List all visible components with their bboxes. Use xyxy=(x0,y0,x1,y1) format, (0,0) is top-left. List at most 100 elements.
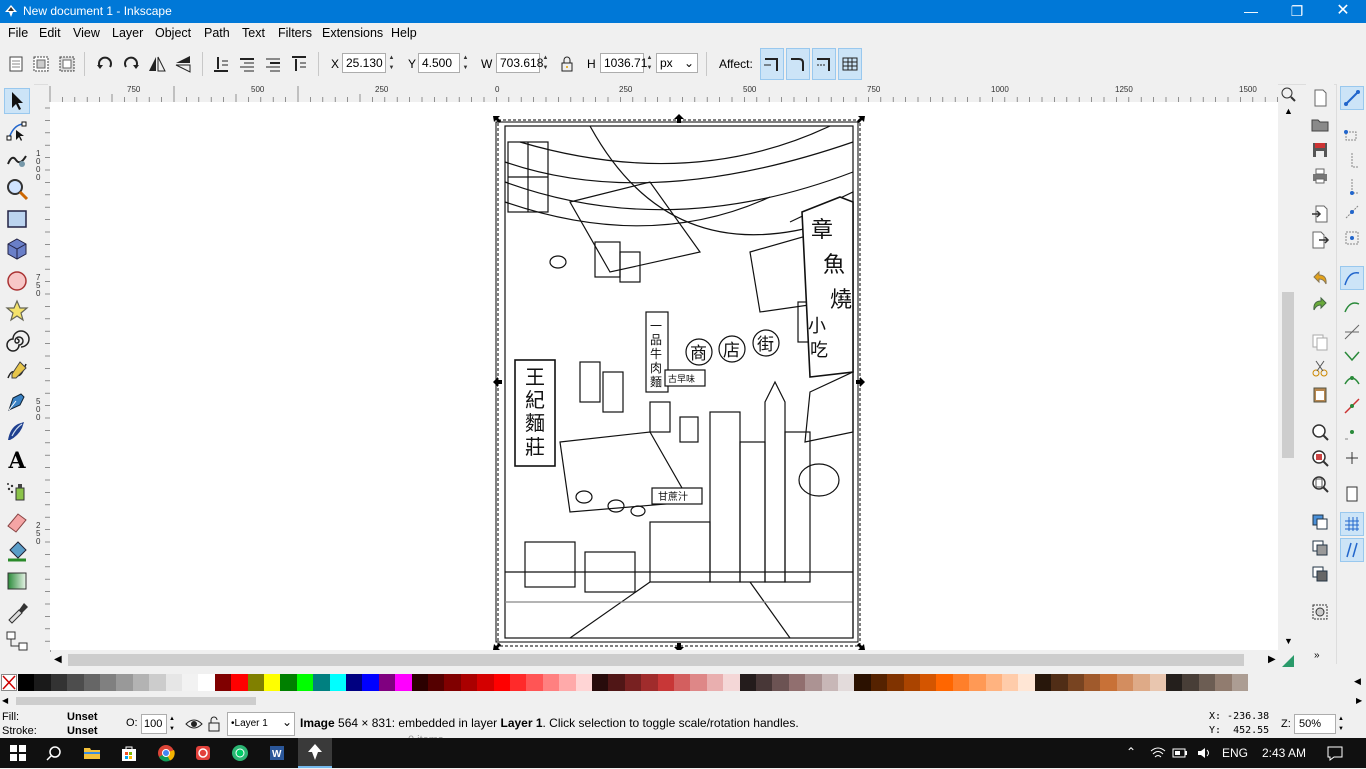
opacity-input[interactable]: 100 xyxy=(141,714,167,734)
color-swatch[interactable] xyxy=(641,674,658,691)
h-input[interactable]: 1036.71 xyxy=(600,53,647,73)
fill-value[interactable]: Unset xyxy=(67,711,98,723)
color-swatch[interactable] xyxy=(477,674,494,691)
layer-lock-icon[interactable] xyxy=(207,716,221,732)
select-all-icon[interactable] xyxy=(5,53,27,75)
color-swatch[interactable] xyxy=(674,674,691,691)
import-icon[interactable] xyxy=(1310,204,1330,224)
maximize-button[interactable]: ❐ xyxy=(1274,0,1320,23)
flip-vertical-icon[interactable] xyxy=(172,53,194,75)
layer-dropdown[interactable]: •Layer 1 ⌄ xyxy=(227,712,295,736)
affect-rounded-corners-button[interactable] xyxy=(786,48,810,80)
cut-icon[interactable] xyxy=(1310,358,1330,378)
menu-path[interactable]: Path xyxy=(204,26,230,40)
color-managed-icon[interactable] xyxy=(1280,653,1296,669)
snap-rotation-center-icon[interactable] xyxy=(1342,448,1362,468)
color-swatch[interactable] xyxy=(1198,674,1216,691)
gradient-tool-icon[interactable] xyxy=(4,568,30,594)
color-swatch[interactable] xyxy=(264,674,281,691)
color-swatch[interactable] xyxy=(706,674,724,691)
snap-page-border-icon[interactable] xyxy=(1342,484,1362,504)
snap-paths-icon[interactable] xyxy=(1342,296,1362,316)
zoom-spin-arrows[interactable]: ▲ ▼ xyxy=(1336,714,1346,734)
store-icon[interactable] xyxy=(120,744,138,762)
language-indicator[interactable]: ENG xyxy=(1222,746,1248,760)
palette-scrollbar[interactable]: ◀ ▶ xyxy=(0,695,1366,708)
color-swatch[interactable] xyxy=(100,674,117,691)
color-swatch[interactable] xyxy=(575,674,592,691)
search-icon[interactable] xyxy=(46,745,62,761)
snap-smooth-nodes-icon[interactable] xyxy=(1342,370,1362,390)
clone-icon[interactable] xyxy=(1310,538,1330,558)
color-swatch[interactable] xyxy=(83,674,100,691)
horizontal-scroll-thumb[interactable] xyxy=(68,654,1244,666)
color-swatch[interactable] xyxy=(1149,674,1166,691)
handle-se[interactable] xyxy=(857,643,865,650)
menu-layer[interactable]: Layer xyxy=(112,26,143,40)
color-swatch[interactable] xyxy=(1084,674,1101,691)
star-tool-icon[interactable] xyxy=(4,298,30,324)
menu-filters[interactable]: Filters xyxy=(278,26,312,40)
color-swatch[interactable] xyxy=(592,674,609,691)
zoom-corner-icon[interactable] xyxy=(1280,86,1298,102)
color-swatch[interactable] xyxy=(411,674,428,691)
color-swatch[interactable] xyxy=(214,674,232,691)
menu-object[interactable]: Object xyxy=(155,26,191,40)
color-swatch[interactable] xyxy=(903,674,920,691)
lower-icon[interactable] xyxy=(262,53,284,75)
snap-line-midpoints-icon[interactable] xyxy=(1342,396,1362,416)
more-commands-icon[interactable]: » xyxy=(1314,650,1320,661)
calligraphy-tool-icon[interactable] xyxy=(4,418,30,444)
color-swatch[interactable] xyxy=(624,674,642,691)
color-swatch[interactable] xyxy=(460,674,478,691)
dropper-tool-icon[interactable] xyxy=(4,598,30,624)
stroke-value[interactable]: Unset xyxy=(67,725,98,737)
vertical-scroll-thumb[interactable] xyxy=(1282,292,1294,458)
w-spin-arrows[interactable]: ▲ ▼ xyxy=(540,53,551,73)
affect-patterns-button[interactable] xyxy=(838,48,862,80)
inkscape-taskbar-button[interactable] xyxy=(298,738,332,768)
color-swatch[interactable] xyxy=(1215,674,1232,691)
group-icon[interactable] xyxy=(1310,602,1330,622)
lock-icon[interactable] xyxy=(556,53,578,75)
snap-bbox-edges-icon[interactable] xyxy=(1342,150,1362,170)
color-swatch[interactable] xyxy=(756,674,773,691)
unit-select[interactable]: px ⌄ xyxy=(656,53,698,73)
pen-tool-icon[interactable] xyxy=(4,388,30,414)
color-swatch[interactable] xyxy=(280,674,297,691)
chrome-icon[interactable] xyxy=(157,744,175,762)
color-swatch[interactable] xyxy=(149,674,166,691)
select-all-layers-icon[interactable] xyxy=(30,53,52,75)
print-icon[interactable] xyxy=(1310,166,1330,186)
color-swatch[interactable] xyxy=(526,674,543,691)
color-swatch[interactable] xyxy=(116,674,133,691)
color-swatch[interactable] xyxy=(559,674,576,691)
rotate-cw-icon[interactable] xyxy=(120,53,142,75)
selector-tool[interactable] xyxy=(4,88,30,114)
color-swatch[interactable] xyxy=(1051,674,1068,691)
raise-to-top-icon[interactable] xyxy=(210,53,232,75)
color-swatch[interactable] xyxy=(34,674,51,691)
color-swatch[interactable] xyxy=(870,674,888,691)
undo-icon[interactable] xyxy=(1310,268,1330,288)
clock[interactable]: 2:43 AM xyxy=(1262,746,1306,760)
pencil-tool-icon[interactable] xyxy=(4,358,30,384)
x-spin-arrows[interactable]: ▲ ▼ xyxy=(386,53,397,73)
affect-stroke-width-button[interactable] xyxy=(760,48,784,80)
color-swatch[interactable] xyxy=(805,674,822,691)
snap-grids-button[interactable] xyxy=(1340,512,1364,536)
vertical-scrollbar[interactable]: ▲ ▼ xyxy=(1280,102,1296,650)
save-icon[interactable] xyxy=(1310,140,1330,160)
color-swatch[interactable] xyxy=(428,674,445,691)
unlink-clone-icon[interactable] xyxy=(1310,564,1330,584)
color-swatch[interactable] xyxy=(985,674,1002,691)
rotate-ccw-icon[interactable] xyxy=(94,53,116,75)
color-swatch[interactable] xyxy=(772,674,789,691)
color-swatch[interactable] xyxy=(739,674,756,691)
rectangle-tool-icon[interactable] xyxy=(4,206,30,232)
handle-sw[interactable] xyxy=(493,643,501,650)
x-input[interactable]: 25.130 xyxy=(342,53,386,73)
snap-object-midpoints-icon[interactable] xyxy=(1342,422,1362,442)
color-swatch[interactable] xyxy=(182,674,199,691)
paint-bucket-tool-icon[interactable] xyxy=(4,538,30,564)
